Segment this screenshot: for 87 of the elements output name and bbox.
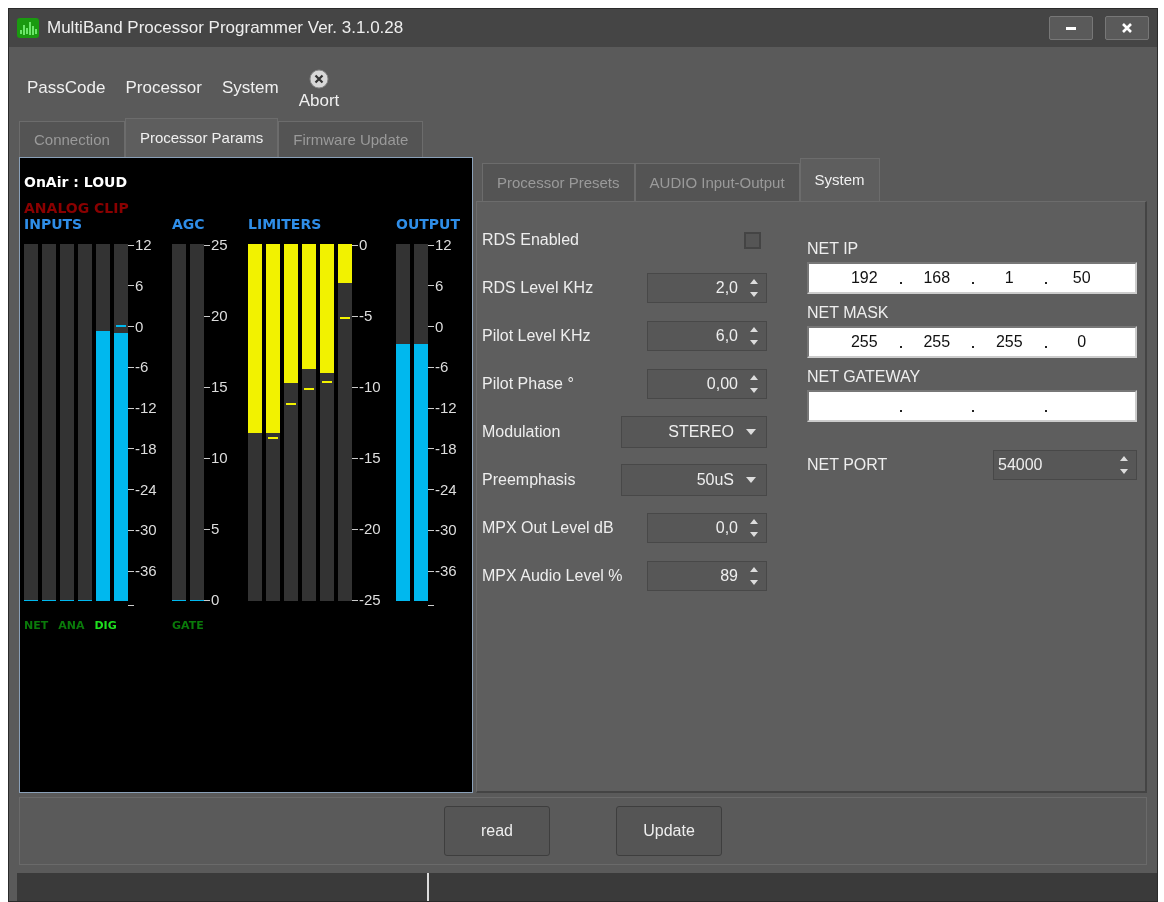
setting-label: Pilot Level KHz [482, 327, 591, 345]
scale-label: 12 [135, 237, 152, 253]
scale-label: 0 [359, 237, 368, 253]
setting-label: MPX Out Level dB [482, 519, 614, 537]
dropdown[interactable]: 50uS [621, 464, 767, 496]
spin-box[interactable]: 89 [647, 561, 767, 591]
spin-arrows-icon [748, 373, 760, 395]
scale-label: 25 [211, 237, 228, 253]
action-button[interactable]: read [444, 806, 550, 856]
scale-label: 12 [435, 237, 452, 253]
scale-label: -36 [435, 563, 457, 580]
scale-label: -24 [435, 481, 457, 498]
menu-item[interactable]: PassCode [27, 78, 106, 98]
menu-item[interactable]: System [221, 78, 279, 98]
spin-box[interactable]: 54000 [993, 450, 1137, 480]
clip-warning: ANALOG CLIP [24, 200, 130, 216]
close-circle-icon [308, 69, 329, 89]
status-indicator: DIG [94, 619, 117, 634]
scale-label: -6 [135, 359, 149, 376]
meter-title: OUTPUT [396, 216, 461, 234]
abort-button[interactable]: Abort [298, 69, 340, 111]
scale-label: 6 [435, 277, 444, 294]
close-icon [1121, 22, 1133, 34]
spin-box[interactable]: 0,0 [647, 513, 767, 543]
ip-address-field[interactable]: 255 255 255 0 [807, 326, 1137, 358]
tab[interactable]: System [799, 158, 880, 201]
scale-label: 6 [135, 277, 144, 294]
scale-label: -36 [135, 563, 157, 580]
spin-arrows-icon [748, 517, 760, 539]
scale-label: -25 [359, 592, 381, 608]
status-indicator: ANA [58, 619, 85, 634]
setting-label: Pilot Phase ° [482, 375, 574, 393]
scale-label: -15 [359, 450, 381, 466]
field-label: NET GATEWAY [807, 368, 922, 386]
meter-title: LIMITERS [248, 216, 323, 234]
scale-label: -24 [135, 481, 157, 498]
setting-label: RDS Enabled [482, 231, 579, 249]
spin-box[interactable]: 0,00 [647, 369, 767, 399]
scale-label: -20 [359, 521, 381, 537]
tab[interactable]: Processor Params [124, 118, 279, 157]
scale-label: 0 [211, 592, 220, 608]
meter-title: INPUTS [24, 216, 84, 234]
spin-arrows-icon [748, 565, 760, 587]
dropdown[interactable]: STEREO [621, 416, 767, 448]
scale-label: -10 [359, 379, 381, 395]
ip-address-field[interactable] [807, 390, 1137, 422]
scale-label: 15 [211, 379, 228, 395]
app-logo-icon [17, 18, 39, 38]
caret-icon [746, 477, 756, 483]
close-button[interactable] [1105, 16, 1149, 40]
spin-arrows-icon [748, 325, 760, 347]
scale-label: 0 [435, 318, 444, 335]
on-air-status: OnAir : LOUD [24, 174, 129, 190]
field-label: NET PORT [807, 456, 888, 474]
window-title: MultiBand Processor Programmer Ver. 3.1.0.28 [47, 18, 404, 38]
scale-label: 0 [135, 318, 144, 335]
spin-box[interactable]: 2,0 [647, 273, 767, 303]
caret-icon [746, 429, 756, 435]
spin-arrows-icon [1118, 454, 1130, 476]
setting-label: MPX Audio Level % [482, 567, 623, 585]
minimize-icon [1066, 26, 1076, 30]
field-label: NET MASK [807, 304, 890, 322]
scale-label: -6 [435, 359, 449, 376]
setting-label: Preemphasis [482, 471, 576, 489]
minimize-button[interactable] [1049, 16, 1093, 40]
meter-title: AGC [172, 216, 206, 234]
setting-label: RDS Level KHz [482, 279, 594, 297]
scale-label: -12 [435, 400, 457, 417]
menu-item[interactable]: Processor [125, 78, 202, 98]
scale-label: -18 [135, 440, 157, 457]
scale-label: -5 [359, 308, 373, 324]
scale-label: -30 [435, 522, 457, 539]
spin-box[interactable]: 6,0 [647, 321, 767, 351]
scale-label: -18 [435, 440, 457, 457]
scale-label: 10 [211, 450, 228, 466]
scale-label: 5 [211, 521, 220, 537]
checkbox[interactable] [744, 231, 761, 249]
ip-address-field[interactable]: 192 168 1 50 [807, 262, 1137, 294]
status-indicator: GATE [172, 619, 204, 634]
scale-label: 20 [211, 308, 228, 324]
field-label: NET IP [807, 240, 860, 258]
scale-label: -30 [135, 522, 157, 539]
status-indicator: NET [24, 619, 49, 634]
scale-label: -12 [135, 400, 157, 417]
setting-label: Modulation [482, 423, 561, 441]
spin-arrows-icon [748, 277, 760, 299]
action-button[interactable]: Update [616, 806, 722, 856]
